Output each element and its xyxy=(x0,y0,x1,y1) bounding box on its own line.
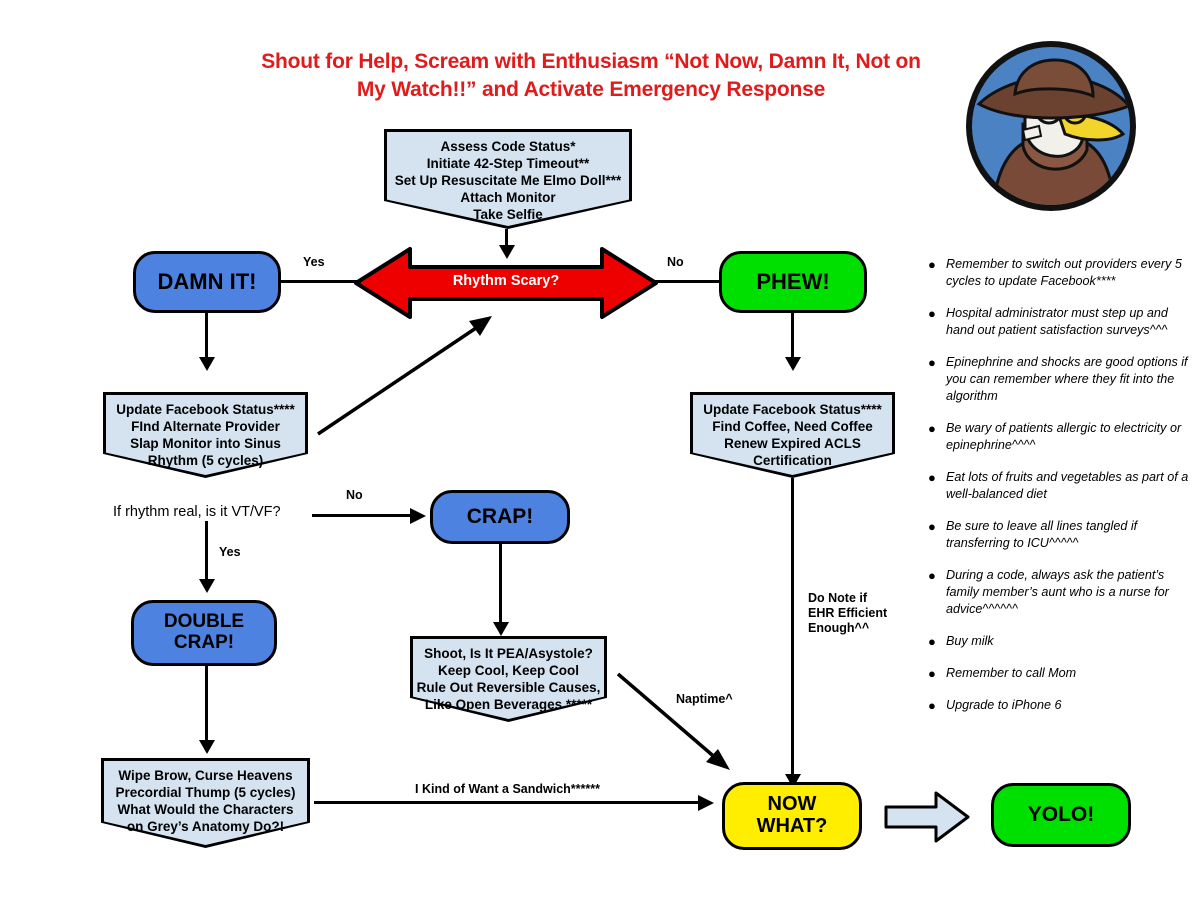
bullet-icon: ● xyxy=(928,257,936,272)
list-item: ● Hospital administrator must step up an… xyxy=(928,305,1190,339)
edge-label-yes-left: Yes xyxy=(303,255,325,269)
list-item-label: Eat lots of fruits and vegetables as par… xyxy=(946,470,1189,501)
list-item-label: Epinephrine and shocks are good options … xyxy=(946,355,1188,403)
node-damn-it[interactable]: DAMN IT! xyxy=(133,251,281,313)
arrowhead-phew-down xyxy=(785,357,801,371)
bullet-icon: ● xyxy=(928,421,936,436)
node-pea-asystole-label: Shoot, Is It PEA/Asystole? Keep Cool, Ke… xyxy=(416,646,601,712)
list-item-label: Remember to switch out providers every 5… xyxy=(946,257,1182,288)
edge-crap-down xyxy=(499,544,502,626)
flowchart-canvas: Shout for Help, Scream with Enthusiasm “… xyxy=(0,0,1200,922)
edge-rhythm-to-phew xyxy=(652,280,721,283)
bullet-icon: ● xyxy=(928,306,936,321)
edge-label-no-right: No xyxy=(667,255,684,269)
node-phew[interactable]: PHEW! xyxy=(719,251,867,313)
edge-double-crap-down xyxy=(205,666,208,744)
bullet-icon: ● xyxy=(928,355,936,370)
arrowhead-double-crap-down xyxy=(199,740,215,754)
bullet-icon: ● xyxy=(928,666,936,681)
list-item: ● Be sure to leave all lines tangled if … xyxy=(928,518,1190,552)
edge-label-ehr: Do Note if EHR Efficient Enough^^ xyxy=(808,591,888,635)
label-if-rhythm-real: If rhythm real, is it VT/VF? xyxy=(113,504,281,520)
node-update-facebook-left-label: Update Facebook Status**** FInd Alternat… xyxy=(116,402,295,468)
bullet-icon: ● xyxy=(928,634,936,649)
edge-label-yes-vtvf: Yes xyxy=(219,545,241,559)
list-item-label: Upgrade to iPhone 6 xyxy=(946,698,1062,712)
node-yolo[interactable]: YOLO! xyxy=(991,783,1131,847)
node-double-crap[interactable]: DOUBLE CRAP! xyxy=(131,600,277,666)
node-rhythm-scary-label: Rhythm Scary? xyxy=(452,273,560,289)
list-item: ● Eat lots of fruits and vegetables as p… xyxy=(928,469,1190,503)
node-wipe-brow-label: Wipe Brow, Curse Heavens Precordial Thum… xyxy=(115,768,296,834)
node-update-facebook-left: Update Facebook Status**** FInd Alternat… xyxy=(103,392,308,478)
edge-vtvf-yes xyxy=(205,521,208,583)
list-item: ● Be wary of patients allergic to electr… xyxy=(928,420,1190,454)
bullet-icon: ● xyxy=(928,519,936,534)
edge-label-naptime: Naptime^ xyxy=(676,692,733,706)
edge-label-sandwich: I Kind of Want a Sandwich****** xyxy=(415,782,600,796)
edge-right-banner-to-now-what xyxy=(791,478,794,778)
list-item: ● Remember to call Mom xyxy=(928,665,1190,682)
list-item: ● Remember to switch out providers every… xyxy=(928,256,1190,290)
list-item-label: During a code, always ask the patient’s … xyxy=(946,568,1169,616)
edge-damn-it-to-rhythm xyxy=(281,280,361,283)
edge-label-no-vtvf: No xyxy=(346,488,363,502)
node-assess-code-status-label: Assess Code Status* Initiate 42-Step Tim… xyxy=(394,139,622,222)
list-item: ● During a code, always ask the patient’… xyxy=(928,567,1190,618)
bullet-icon: ● xyxy=(928,698,936,713)
list-item: ● Upgrade to iPhone 6 xyxy=(928,697,1190,714)
edge-phew-down xyxy=(791,313,794,361)
edge-now-what-to-yolo-arrow-icon xyxy=(884,791,970,843)
list-item-label: Be wary of patients allergic to electric… xyxy=(946,421,1182,452)
node-now-what[interactable]: NOW WHAT? xyxy=(722,782,862,850)
edge-vtvf-no xyxy=(312,514,414,517)
list-item-label: Be sure to leave all lines tangled if tr… xyxy=(946,519,1138,550)
edge-left-banner-to-rhythm xyxy=(317,316,492,436)
arrowhead-crap-down xyxy=(493,622,509,636)
list-item-label: Hospital administrator must step up and … xyxy=(946,306,1168,337)
arrowhead-sandwich xyxy=(698,795,714,811)
node-pea-asystole: Shoot, Is It PEA/Asystole? Keep Cool, Ke… xyxy=(410,636,607,722)
list-item-label: Remember to call Mom xyxy=(946,666,1077,680)
node-crap[interactable]: CRAP! xyxy=(430,490,570,544)
list-item: ● Epinephrine and shocks are good option… xyxy=(928,354,1190,405)
node-update-facebook-right: Update Facebook Status**** Find Coffee, … xyxy=(690,392,895,478)
edge-damn-it-down xyxy=(205,313,208,361)
list-item-label: Buy milk xyxy=(946,634,994,648)
arrowhead-vtvf-yes xyxy=(199,579,215,593)
bullet-icon: ● xyxy=(928,470,936,485)
arrowhead-damn-it-down xyxy=(199,357,215,371)
node-wipe-brow: Wipe Brow, Curse Heavens Precordial Thum… xyxy=(101,758,310,848)
notes-bullet-list: ● Remember to switch out providers every… xyxy=(928,256,1190,729)
plague-doctor-avatar xyxy=(966,41,1136,211)
bullet-icon: ● xyxy=(928,568,936,583)
edge-sandwich xyxy=(314,801,702,804)
node-assess-code-status: Assess Code Status* Initiate 42-Step Tim… xyxy=(384,129,632,229)
arrowhead-vtvf-no xyxy=(410,508,426,524)
node-update-facebook-right-label: Update Facebook Status**** Find Coffee, … xyxy=(703,402,882,468)
edge-pea-to-now-what xyxy=(616,672,730,770)
page-title: Shout for Help, Scream with Enthusiasm “… xyxy=(261,50,921,101)
list-item: ● Buy milk xyxy=(928,633,1190,650)
